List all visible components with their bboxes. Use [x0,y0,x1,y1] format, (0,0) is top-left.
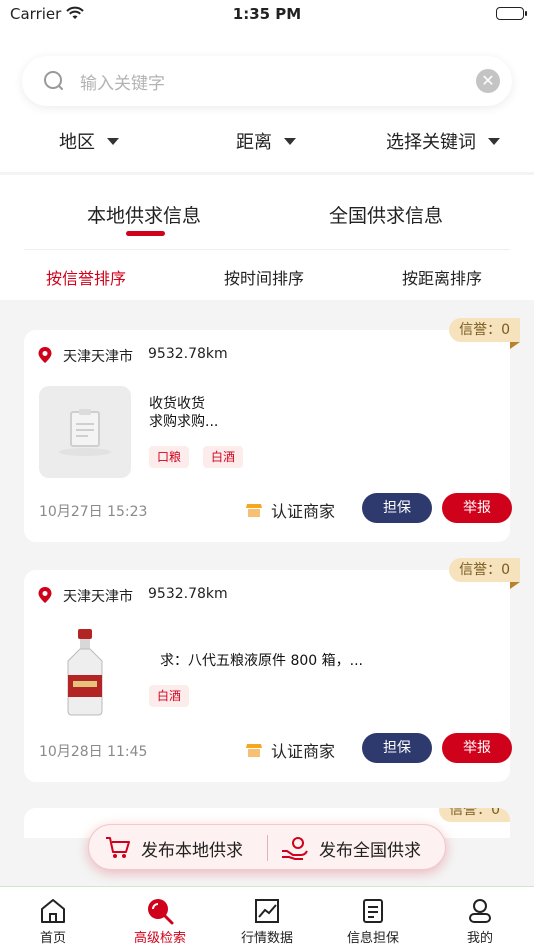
reputation-badge: 信誉：0 [449,558,520,582]
location-pin-icon [38,587,52,607]
search-icon [148,899,174,925]
item-title-line1: 收货收货 [149,396,205,412]
badge-fold [510,342,520,349]
filter-distance[interactable]: 距离 [236,128,296,154]
tab-local[interactable]: 本地供求信息 [87,201,201,228]
sort-by-distance[interactable]: 按距离排序 [402,265,482,289]
shop-icon [246,744,262,757]
chart-icon [255,899,279,923]
chevron-down-icon [284,137,296,145]
filter-keyword-label: 选择关键词 [386,132,476,153]
document-icon [363,899,383,923]
category-tag: 白酒 [149,685,190,707]
battery-icon [496,7,527,20]
filter-keyword[interactable]: 选择关键词 [386,128,500,154]
tabbar-profile-label: 我的 [466,931,493,946]
certified-label: 认证商家 [271,742,336,761]
tab-bar: 首页 高级检索 行情数据 信息担保 我的 [0,886,534,950]
category-tag: 白酒 [203,446,244,468]
tab-national[interactable]: 全国供求信息 [329,201,443,228]
tabbar-market-data-label: 行情数据 [240,931,293,946]
header: 输入关键字 ✕ 地区 距离 选择关键词 [0,30,534,172]
certified-merchant: 认证商家 [246,738,335,762]
hand-coin-icon [282,837,308,860]
filter-bar: 地区 距离 选择关键词 [0,128,534,154]
location-pin-icon [38,347,52,367]
tabs-area: 本地供求信息 全国供求信息 按信誉排序 按时间排序 按距离排序 [0,175,534,300]
badge-fold [510,582,520,589]
item-title: 求：八代五粮液原件 800 箱，... [160,653,363,669]
chevron-down-icon [107,137,119,145]
sort-by-time[interactable]: 按时间排序 [224,265,304,289]
search-input[interactable]: 输入关键字 [80,69,165,94]
publish-national-label: 发布全国供求 [319,840,421,861]
search-bar[interactable]: 输入关键字 ✕ [22,56,512,106]
divider [24,249,510,250]
tab-indicator [126,231,165,236]
filter-region-label: 地区 [59,132,95,153]
filter-region[interactable]: 地区 [59,128,119,154]
tabbar-advanced-search[interactable]: 高级检索 [120,897,200,946]
distance-label: 9532.78km [148,586,228,602]
list-item[interactable]: 信誉：0 天津天津市 9532.78km 收货收货 求购求购... 口粮 白酒 … [24,318,520,542]
tabbar-profile[interactable]: 我的 [440,897,520,946]
home-icon [41,899,65,923]
placeholder-image [39,386,131,478]
user-icon [469,899,491,923]
report-button[interactable]: 举报 [442,733,512,763]
search-icon [42,69,66,97]
reputation-badge: 信誉：0 [449,318,520,342]
location-label: 天津天津市 [63,349,133,365]
tabbar-home-label: 首页 [39,931,66,946]
clock: 1:35 PM [232,5,302,23]
tabbar-info-guarantee[interactable]: 信息担保 [333,897,413,946]
publish-local-label: 发布本地供求 [141,840,243,861]
product-image [39,626,131,718]
distance-label: 9532.78km [148,346,228,362]
certified-merchant: 认证商家 [246,498,335,522]
tabbar-advanced-search-label: 高级检索 [133,931,186,946]
liquor-bottle-icon [67,629,103,716]
tabbar-market-data[interactable]: 行情数据 [227,897,307,946]
clear-icon[interactable]: ✕ [476,69,500,93]
cart-icon [106,837,130,858]
reputation-badge: 信誉：0 [439,808,510,822]
location-label: 天津天津市 [63,589,133,605]
item-title-line2: 求购求购... [149,414,219,430]
publish-national-button[interactable]: 发布全国供求 [281,825,421,871]
status-bar: Carrier 1:35 PM [0,0,534,30]
post-date: 10月28日 11:45 [39,744,148,760]
guarantee-button[interactable]: 担保 [362,733,432,763]
guarantee-button[interactable]: 担保 [362,493,432,523]
shop-icon [246,504,262,517]
category-tag: 口粮 [149,446,190,468]
list-item[interactable]: 信誉：0 天津天津市 9532.78km 求：八代五粮液原件 800 箱，...… [24,558,520,782]
tabbar-info-guarantee-label: 信息担保 [346,931,399,946]
post-date: 10月27日 15:23 [39,504,148,520]
chevron-down-icon [488,137,500,145]
divider [267,835,268,861]
clipboard-icon [59,409,111,456]
publish-local-button[interactable]: 发布本地供求 [105,825,243,871]
publish-bar: 发布本地供求 发布全国供求 [88,824,446,870]
filter-distance-label: 距离 [236,132,272,153]
sort-by-reputation[interactable]: 按信誉排序 [46,265,126,289]
tabbar-home[interactable]: 首页 [13,897,93,946]
certified-label: 认证商家 [271,502,336,521]
report-button[interactable]: 举报 [442,493,512,523]
